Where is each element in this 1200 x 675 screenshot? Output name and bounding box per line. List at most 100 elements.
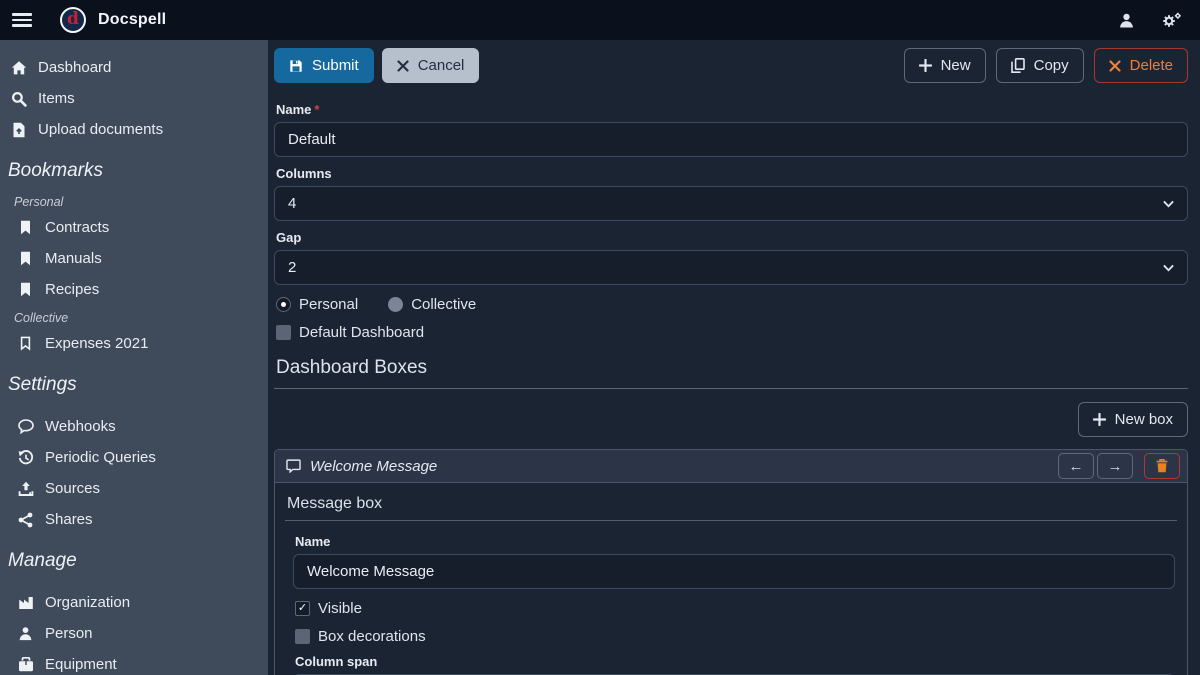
visible-row: ✓ Visible — [295, 600, 1173, 617]
history-icon — [17, 450, 34, 466]
sidebar-item-equipment[interactable]: Equipment — [0, 649, 268, 675]
app-title: Docspell — [98, 11, 166, 29]
name-input[interactable] — [274, 122, 1188, 157]
sidebar-item-label: Shares — [45, 511, 93, 528]
new-button[interactable]: New — [904, 48, 986, 83]
box-type-label: Message box — [285, 487, 1177, 521]
delete-box-button[interactable] — [1144, 453, 1180, 479]
sidebar-item-label: Manuals — [45, 250, 102, 267]
bookmark-outline-icon — [17, 336, 34, 351]
plus-icon — [1093, 413, 1106, 426]
default-dashboard-label: Default Dashboard — [299, 324, 424, 341]
sidebar-item-label: Recipes — [45, 281, 99, 298]
plus-icon — [919, 59, 932, 72]
bookmarks-collective-label: Collective — [0, 305, 268, 328]
dashboard-boxes-heading: Dashboard Boxes — [274, 341, 1188, 389]
default-dashboard-row: Default Dashboard — [276, 324, 1186, 341]
new-box-button[interactable]: New box — [1078, 402, 1188, 437]
docspell-logo: d — [60, 7, 86, 33]
radio-collective[interactable] — [388, 297, 403, 312]
search-icon — [10, 91, 27, 107]
columns-select[interactable]: 4 — [274, 186, 1188, 221]
newbox-row: New box — [274, 389, 1188, 449]
visible-label: Visible — [318, 600, 362, 617]
colspan-label: Column span — [295, 654, 1173, 669]
sidebar-item-expenses[interactable]: Expenses 2021 — [0, 328, 268, 359]
sidebar-item-organization[interactable]: Organization — [0, 587, 268, 618]
sidebar-item-label: Upload documents — [38, 121, 163, 138]
gears-icon[interactable] — [1161, 12, 1182, 29]
gap-select[interactable]: 2 — [274, 250, 1188, 285]
visible-checkbox[interactable]: ✓ — [295, 601, 310, 616]
columns-select-value: 4 — [288, 195, 296, 212]
submit-button[interactable]: Submit — [274, 48, 374, 83]
upload-icon — [17, 481, 34, 497]
sidebar-item-sources[interactable]: Sources — [0, 473, 268, 504]
sidebar-item-label: Webhooks — [45, 418, 116, 435]
menu-icon[interactable] — [12, 13, 32, 27]
decorations-label: Box decorations — [318, 628, 426, 645]
default-dashboard-checkbox[interactable] — [276, 325, 291, 340]
bookmark-icon — [17, 220, 34, 235]
box-title: Welcome Message — [310, 458, 437, 475]
sidebar-item-recipes[interactable]: Recipes — [0, 274, 268, 305]
save-icon — [289, 59, 303, 73]
sidebar-item-person[interactable]: Person — [0, 618, 268, 649]
sidebar-item-items[interactable]: Items — [0, 83, 268, 114]
sidebar-item-webhooks[interactable]: Webhooks — [0, 411, 268, 442]
action-row: Submit Cancel New — [274, 46, 1188, 93]
move-left-button[interactable]: ← — [1058, 453, 1094, 479]
sidebar-item-shares[interactable]: Shares — [0, 504, 268, 535]
sidebar-item-label: Items — [38, 90, 75, 107]
user-icon[interactable] — [1118, 12, 1135, 29]
message-icon — [286, 459, 301, 473]
required-asterisk: * — [314, 102, 319, 117]
sidebar-item-manuals[interactable]: Manuals — [0, 243, 268, 274]
box-header: Welcome Message ← → — [275, 450, 1187, 483]
radio-collective-label: Collective — [411, 296, 476, 313]
share-icon — [17, 512, 34, 528]
sidebar-item-label: Organization — [45, 594, 130, 611]
box-name-label: Name — [295, 534, 1173, 549]
radio-personal[interactable] — [276, 297, 291, 312]
sidebar-item-periodic-queries[interactable]: Periodic Queries — [0, 442, 268, 473]
decorations-checkbox[interactable] — [295, 629, 310, 644]
sidebar-item-contracts[interactable]: Contracts — [0, 212, 268, 243]
radio-personal-label: Personal — [299, 296, 358, 313]
file-upload-icon — [10, 122, 27, 138]
columns-label: Columns — [276, 166, 1186, 181]
bookmark-icon — [17, 251, 34, 266]
sidebar-item-label: Person — [45, 625, 93, 642]
gap-label: Gap — [276, 230, 1186, 245]
move-right-button[interactable]: → — [1097, 453, 1133, 479]
box-name-input[interactable] — [293, 554, 1175, 589]
sidebar: Dasbhoard Items Upload documents Bookmar… — [0, 40, 268, 675]
topbar: d Docspell — [0, 0, 1200, 40]
arrow-right-icon: → — [1108, 458, 1123, 475]
sidebar-section-settings: Settings — [0, 359, 268, 403]
dashboard-box: Welcome Message ← → Message box Name — [274, 449, 1188, 675]
sidebar-item-label: Equipment — [45, 656, 117, 673]
gap-select-value: 2 — [288, 259, 296, 276]
x-icon — [1109, 60, 1121, 72]
sidebar-section-manage: Manage — [0, 535, 268, 579]
scope-radio-row: Personal Collective — [276, 296, 1186, 313]
person-icon — [17, 626, 34, 641]
sidebar-item-upload[interactable]: Upload documents — [0, 114, 268, 145]
chevron-down-icon — [1163, 264, 1174, 272]
equipment-icon — [17, 657, 34, 672]
copy-button[interactable]: Copy — [996, 48, 1084, 83]
delete-button[interactable]: Delete — [1094, 48, 1188, 83]
arrow-left-icon: ← — [1069, 458, 1084, 475]
bookmark-icon — [17, 282, 34, 297]
sidebar-section-bookmarks: Bookmarks — [0, 145, 268, 189]
x-icon — [397, 60, 409, 72]
cancel-button[interactable]: Cancel — [382, 48, 480, 83]
trash-icon — [1156, 459, 1168, 473]
sidebar-item-label: Contracts — [45, 219, 109, 236]
sidebar-item-dashboard[interactable]: Dasbhoard — [0, 52, 268, 83]
decorations-row: Box decorations — [295, 628, 1173, 645]
chevron-down-icon — [1163, 200, 1174, 208]
box-body: Message box Name ✓ Visible Box decoratio… — [275, 483, 1187, 675]
sidebar-item-label: Expenses 2021 — [45, 335, 148, 352]
